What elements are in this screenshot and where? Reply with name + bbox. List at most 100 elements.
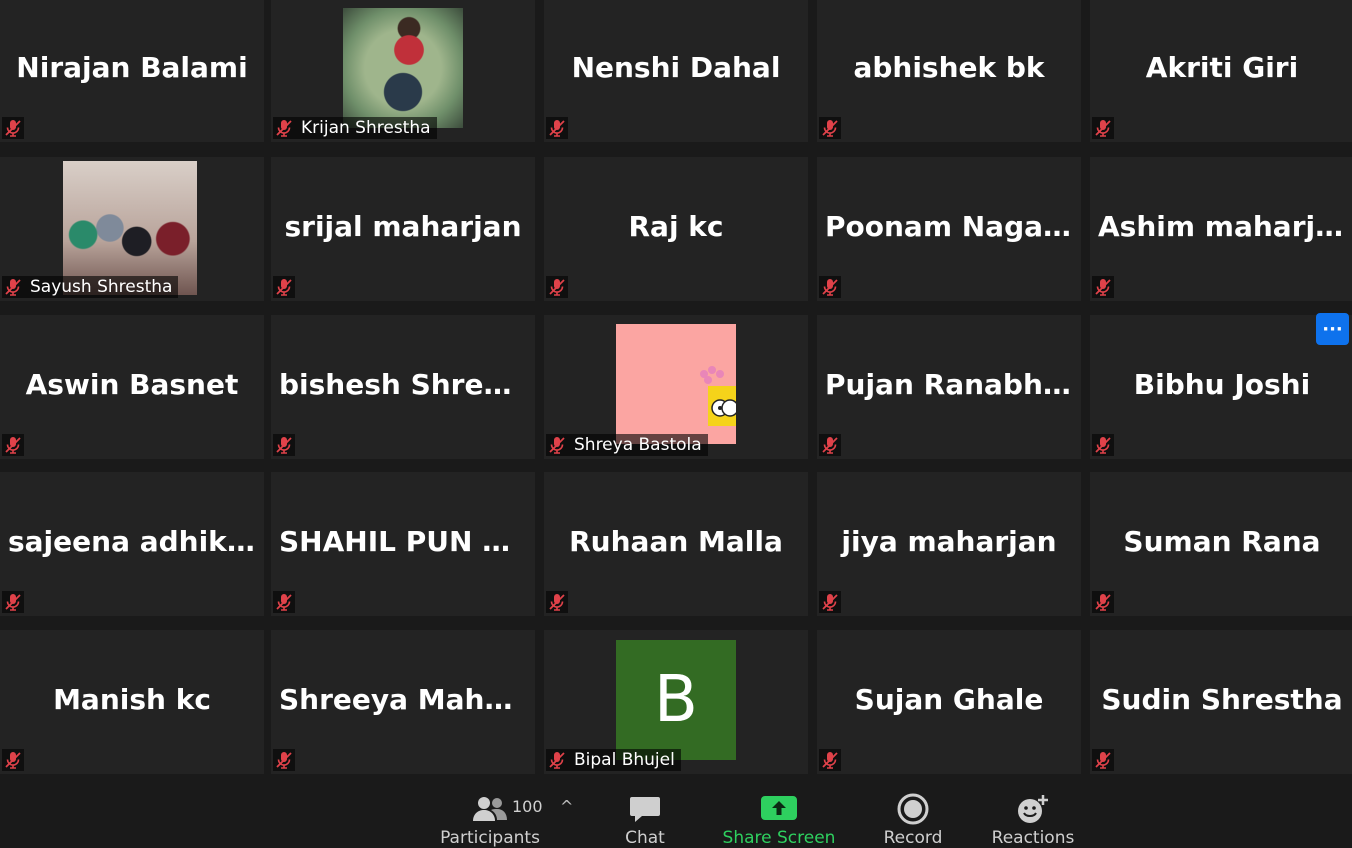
participant-tile[interactable]: B Bipal Bhujel xyxy=(544,630,808,774)
participant-tile[interactable]: Poonam Nagar... xyxy=(817,157,1081,301)
participant-name: Bibhu Joshi xyxy=(1133,368,1311,401)
participant-name: SHAHIL PUN M... xyxy=(279,525,535,558)
muted-mic-icon xyxy=(819,434,841,456)
video-gallery-grid: Nirajan Balami Krijan Shrestha Nenshi Daha… xyxy=(0,0,1352,775)
participant-video-thumbnail: B xyxy=(616,640,736,760)
participant-name: Poonam Nagar... xyxy=(825,210,1081,243)
participant-tile[interactable]: Raj kc xyxy=(544,157,808,301)
muted-mic-icon xyxy=(819,117,841,139)
participant-tile[interactable]: Ruhaan Malla xyxy=(544,472,808,616)
participant-name-label: Shreya Bastola xyxy=(546,434,708,456)
muted-mic-icon xyxy=(273,117,295,139)
muted-mic-icon xyxy=(273,434,295,456)
participant-tile[interactable]: jiya maharjan xyxy=(817,472,1081,616)
cartoon-avatar-icon xyxy=(700,366,739,426)
participant-name: Manish kc xyxy=(53,683,211,716)
participant-tile[interactable]: Sujan Ghale xyxy=(817,630,1081,774)
participant-name: Suman Rana xyxy=(1123,525,1321,558)
reactions-icon xyxy=(1015,789,1051,828)
participant-name: sajeena adhikari xyxy=(8,525,264,558)
muted-mic-icon xyxy=(546,117,568,139)
muted-mic-icon xyxy=(819,591,841,613)
participant-name: Raj kc xyxy=(628,210,724,243)
muted-mic-icon xyxy=(2,276,24,298)
muted-mic-icon xyxy=(546,591,568,613)
reactions-button[interactable]: Reactions xyxy=(990,789,1076,848)
participant-tile[interactable]: Shreeya Maharj... xyxy=(271,630,535,774)
participant-tile[interactable]: srijal maharjan xyxy=(271,157,535,301)
muted-mic-icon xyxy=(2,117,24,139)
participant-tile[interactable]: Manish kc xyxy=(0,630,264,774)
participant-tile[interactable]: Akriti Giri xyxy=(1090,0,1352,142)
muted-mic-icon xyxy=(1092,749,1114,771)
participant-tile[interactable]: Suman Rana xyxy=(1090,472,1352,616)
participant-name-label: Krijan Shrestha xyxy=(273,117,437,139)
share-screen-button[interactable]: Share Screen xyxy=(722,789,836,848)
participant-tile[interactable]: SHAHIL PUN M... xyxy=(271,472,535,616)
muted-mic-icon xyxy=(2,434,24,456)
muted-mic-icon xyxy=(2,749,24,771)
participant-name: abhishek bk xyxy=(853,51,1045,84)
tile-more-options-button[interactable]: ··· xyxy=(1316,313,1349,345)
participant-tile[interactable]: Aswin Basnet xyxy=(0,315,264,459)
participant-tile[interactable]: Shreya Bastola xyxy=(544,315,808,459)
participant-label-text: Bipal Bhujel xyxy=(574,750,675,770)
record-icon xyxy=(897,789,929,828)
chat-button[interactable]: Chat xyxy=(612,789,678,848)
participant-tile[interactable]: Krijan Shrestha xyxy=(271,0,535,142)
participant-tile[interactable]: Ashim maharjan xyxy=(1090,157,1352,301)
muted-mic-icon xyxy=(1092,434,1114,456)
participant-name: Aswin Basnet xyxy=(25,368,239,401)
participant-label-text: Krijan Shrestha xyxy=(301,118,431,138)
muted-mic-icon xyxy=(546,276,568,298)
participant-video-thumbnail xyxy=(343,8,463,128)
muted-mic-icon xyxy=(546,434,568,456)
record-label: Record xyxy=(883,828,943,848)
participant-name: Ashim maharjan xyxy=(1098,210,1352,243)
muted-mic-icon xyxy=(1092,117,1114,139)
muted-mic-icon xyxy=(1092,276,1114,298)
participants-icon xyxy=(471,789,509,828)
participants-label: Participants xyxy=(440,828,540,848)
participant-name: Nenshi Dahal xyxy=(571,51,781,84)
participant-name: Akriti Giri xyxy=(1145,51,1299,84)
participants-options-caret-icon[interactable]: ^ xyxy=(560,797,573,816)
participant-name: Pujan Ranabhat xyxy=(825,368,1076,401)
participant-label-text: Shreya Bastola xyxy=(574,435,702,455)
reactions-label: Reactions xyxy=(991,828,1075,848)
meeting-toolbar: Participants 100 ^ Chat Share Screen Rec… xyxy=(0,775,1352,848)
participant-name-label: Sayush Shrestha xyxy=(2,276,179,298)
chat-icon xyxy=(628,789,662,828)
participant-tile[interactable]: Nenshi Dahal xyxy=(544,0,808,142)
participant-name: srijal maharjan xyxy=(284,210,522,243)
participant-tile[interactable]: bishesh Shrestha xyxy=(271,315,535,459)
participant-name-label: Bipal Bhujel xyxy=(546,749,681,771)
share-screen-label: Share Screen xyxy=(722,828,836,848)
participant-tile[interactable]: Bibhu Joshi xyxy=(1090,315,1352,459)
participant-name: Sujan Ghale xyxy=(854,683,1044,716)
participant-name: Shreeya Maharj... xyxy=(279,683,535,716)
participant-label-text: Sayush Shrestha xyxy=(30,277,173,297)
participant-tile[interactable]: sajeena adhikari xyxy=(0,472,264,616)
participant-tile[interactable]: Nirajan Balami xyxy=(0,0,264,142)
muted-mic-icon xyxy=(273,276,295,298)
participant-name: jiya maharjan xyxy=(841,525,1057,558)
participant-name: Nirajan Balami xyxy=(16,51,248,84)
participants-count: 100 xyxy=(512,797,543,816)
muted-mic-icon xyxy=(273,749,295,771)
participant-name: bishesh Shrestha xyxy=(279,368,535,401)
muted-mic-icon xyxy=(819,276,841,298)
participant-name: Ruhaan Malla xyxy=(569,525,783,558)
record-button[interactable]: Record xyxy=(880,789,946,848)
chat-label: Chat xyxy=(625,828,665,848)
participant-video-thumbnail xyxy=(63,161,197,295)
participant-tile[interactable]: Sudin Shrestha xyxy=(1090,630,1352,774)
participant-tile[interactable]: Pujan Ranabhat xyxy=(817,315,1081,459)
muted-mic-icon xyxy=(273,591,295,613)
participant-tile[interactable]: abhishek bk xyxy=(817,0,1081,142)
participant-tile[interactable]: Sayush Shrestha xyxy=(0,157,264,301)
participant-name: Sudin Shrestha xyxy=(1101,683,1343,716)
participant-video-thumbnail xyxy=(616,324,739,444)
muted-mic-icon xyxy=(546,749,568,771)
muted-mic-icon xyxy=(2,591,24,613)
